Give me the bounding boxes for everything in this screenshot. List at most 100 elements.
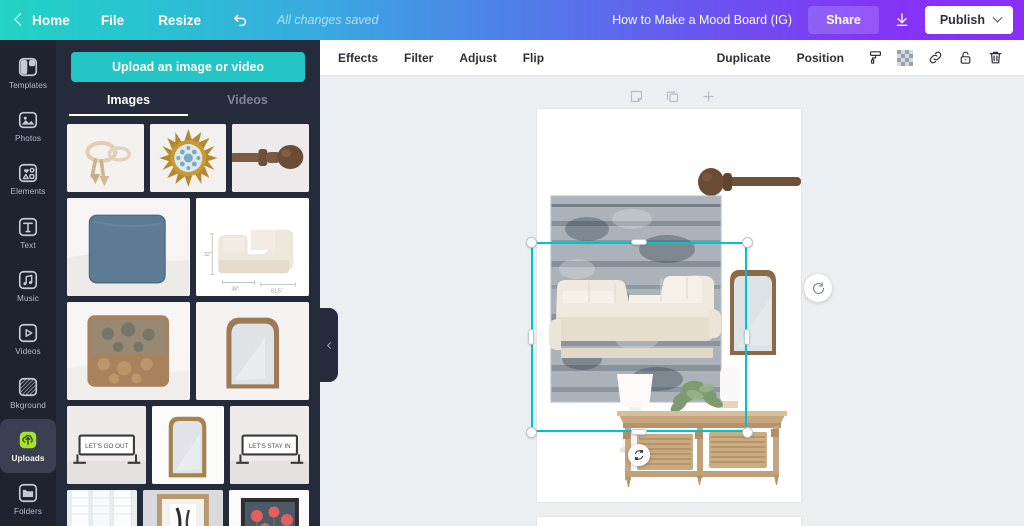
thumbnail-row: 32" 38" 81.5" [67,198,309,296]
design-page-2[interactable] [537,517,801,526]
editor-area: Effects Filter Adjust Flip Duplicate Pos… [320,40,1024,526]
upload-image-or-video-button[interactable]: Upload an image or video [71,52,305,82]
tab-videos[interactable]: Videos [188,93,307,116]
undo-icon [234,14,247,26]
transparency-button[interactable] [890,43,920,73]
duplicate-page-button[interactable] [662,86,682,106]
thumbnail-arched-wood-mirror-small[interactable] [152,406,224,484]
svg-text:38": 38" [231,287,239,293]
element-toolbar: Effects Filter Adjust Flip Duplicate Pos… [320,40,1024,76]
resize-handle-top-middle[interactable] [631,239,647,245]
sidebar-label: Music [17,293,39,303]
sidebar-item-photos[interactable]: Photos [0,99,56,152]
thumbnail-wood-framed-arched-mirror[interactable] [195,302,309,400]
left-sidebar-rail: Templates Photos Elements Text Music Vid… [0,40,56,526]
thumbnail-sectional-sofa-dimensions-diagram[interactable]: 32" 38" 81.5" [195,198,309,296]
canvas-viewport [320,76,1024,526]
tab-images[interactable]: Images [69,93,188,116]
copy-style-button[interactable] [860,43,890,73]
sidebar-label: Text [20,240,36,250]
file-menu-button[interactable]: File [84,0,141,40]
delete-button[interactable] [980,43,1010,73]
publish-label: Publish [939,13,985,27]
header-right-group: How to Make a Mood Board (IG) Share Publ… [612,0,1024,40]
uploads-thumbnail-grid: 32" 38" 81.5" LET'S GO OUT LET'S STAY IN [56,116,320,526]
thumbnail-row: LET'S GO OUT LET'S STAY IN [67,406,309,484]
link-icon [929,51,941,64]
thumbnail-patterned-persian-throw-pillow[interactable] [67,302,190,400]
resize-handle-left-middle[interactable] [528,329,534,345]
sidebar-item-uploads[interactable]: Uploads [0,419,56,473]
filter-button[interactable]: Filter [391,51,446,65]
lock-button[interactable] [950,43,980,73]
sidebar-item-folders[interactable]: Folders [0,473,56,526]
resize-handle-right-middle[interactable] [744,329,750,345]
duplicate-button[interactable]: Duplicate [717,51,784,65]
sidebar-label: Bkground [10,400,46,410]
animate-button[interactable] [804,274,832,302]
thumbnail-gold-sunburst-mirror[interactable] [149,124,227,192]
thumbnail-wooden-curtain-rod-finial[interactable] [232,124,310,192]
adjust-button[interactable]: Adjust [446,51,509,65]
selection-frame[interactable] [525,236,753,466]
resize-handle-top-left[interactable] [525,236,537,248]
add-page-icon [703,91,713,101]
thumbnail-lets-go-out-sign[interactable]: LET'S GO OUT [67,406,147,484]
download-icon [896,13,908,26]
sidebar-item-background[interactable]: Bkground [0,366,56,419]
save-status-text: All changes saved [276,13,379,27]
sidebar-item-elements[interactable]: Elements [0,153,56,206]
chevron-down-icon [992,12,1003,23]
position-button[interactable]: Position [784,51,860,65]
thumbnail-framed-floral-art[interactable] [229,490,309,526]
resize-handle-bottom-left[interactable] [525,426,537,438]
resize-handle-top-right[interactable] [741,236,753,248]
rotate-handle[interactable] [628,444,650,466]
sidebar-label: Videos [15,347,41,357]
lock-icon [960,51,970,64]
page-notes-button[interactable] [626,86,646,106]
uploads-panel: Upload an image or video Images Videos 3… [56,40,320,526]
resize-button[interactable]: Resize [141,0,218,40]
thumbnail-blue-linen-throw-pillow[interactable] [67,198,190,296]
thumbnail-framed-abstract-art[interactable] [143,490,224,526]
link-button[interactable] [920,43,950,73]
undo-button[interactable] [218,0,263,40]
sidebar-item-music[interactable]: Music [0,259,56,312]
sidebar-item-text[interactable]: Text [0,206,56,259]
effects-button[interactable]: Effects [338,51,391,65]
panel-tabs: Images Videos [56,93,320,116]
home-button[interactable]: Home [0,0,84,40]
thumbnail-white-window-shutters[interactable] [67,490,138,526]
add-page-button[interactable] [698,86,718,106]
elements-icon [18,164,38,183]
sidebar-label: Uploads [11,453,45,463]
duplicate-page-icon [666,91,678,102]
share-button[interactable]: Share [808,6,879,34]
trash-icon [989,51,1001,64]
sidebar-item-templates[interactable]: Templates [0,46,56,99]
download-button[interactable] [887,5,917,35]
thumbnail-row [67,124,310,192]
chevron-left-icon [326,341,334,349]
page-notes-icon [630,90,642,102]
resize-handle-bottom-middle[interactable] [631,429,647,435]
sidebar-label: Elements [10,187,46,197]
photos-icon [18,111,38,129]
thumbnail-lets-stay-in-sign[interactable]: LET'S STAY IN [229,406,309,484]
videos-icon [18,324,38,343]
toolbar-right-group: Duplicate Position [717,43,1010,73]
collapse-panel-button[interactable] [320,308,338,382]
flip-button[interactable]: Flip [510,51,557,65]
resize-handle-bottom-right[interactable] [741,426,753,438]
sidebar-label: Templates [8,80,48,90]
design-title[interactable]: How to Make a Mood Board (IG) [612,13,792,27]
publish-button[interactable]: Publish [924,6,1013,34]
uploads-icon [19,431,37,449]
sidebar-label: Folders [13,507,42,517]
editor-body: Templates Photos Elements Text Music Vid… [0,40,1024,526]
svg-text:LET'S STAY IN: LET'S STAY IN [248,443,290,450]
thumbnail-beaded-tassel-garland[interactable] [67,124,144,192]
sidebar-item-videos[interactable]: Videos [0,313,56,366]
chevron-left-icon [14,13,27,26]
